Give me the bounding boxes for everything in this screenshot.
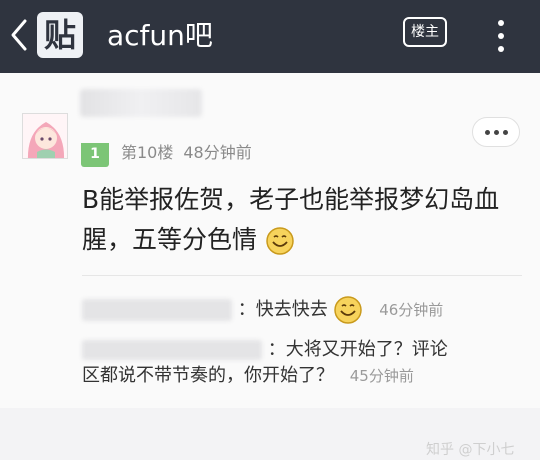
only-op-button[interactable]: 楼主 [403,17,447,47]
smiley-icon [266,227,294,255]
floor-number: 第10楼 [121,143,174,162]
blurred-username [80,89,202,117]
floor-meta: 第10楼 48分钟前 [121,141,252,165]
reply-time: 45分钟前 [349,367,414,385]
smiley-icon [334,296,363,324]
content-line: B能举报佐贺，老子也能举报梦幻岛血 [82,185,500,214]
post-time: 48分钟前 [183,143,252,162]
reply-item[interactable]: ：大将又开始了？评论 区都说不带节奏的，你开始了？ 45分钟前 [82,337,492,389]
reply-item[interactable]: ：快去快去 46分钟前 [82,295,443,325]
blurred-username [82,299,232,321]
divider [82,275,522,276]
reply-text: ：大将又开始了？评论 [267,339,448,360]
vertical-dots-icon[interactable] [490,14,512,58]
watermark: 知乎 @下小七 [426,442,515,458]
content-line: 腥，五等分色情 [82,225,258,254]
post-card: 1 第10楼 48分钟前 B能举报佐贺，老子也能举报梦幻岛血 腥，五等分色情 ：快… [0,73,540,458]
top-bar: 贴 acfun吧 楼主 [0,0,540,73]
reply-text: ：快去快去 [237,299,328,320]
level-number: 1 [90,146,100,162]
bar-title[interactable]: acfun吧 [107,18,213,54]
post-content: B能举报佐贺，老子也能举报梦幻岛血 腥，五等分色情 [82,180,512,260]
tieba-logo[interactable]: 贴 [37,12,83,58]
level-badge: 1 [81,143,109,167]
reply-text: 区都说不带节奏的，你开始了？ [82,365,334,386]
reply-time: 46分钟前 [379,301,444,319]
more-dots-icon[interactable] [472,117,520,147]
blurred-username [82,340,262,360]
avatar[interactable] [22,113,68,159]
back-chevron-icon[interactable] [8,17,30,53]
